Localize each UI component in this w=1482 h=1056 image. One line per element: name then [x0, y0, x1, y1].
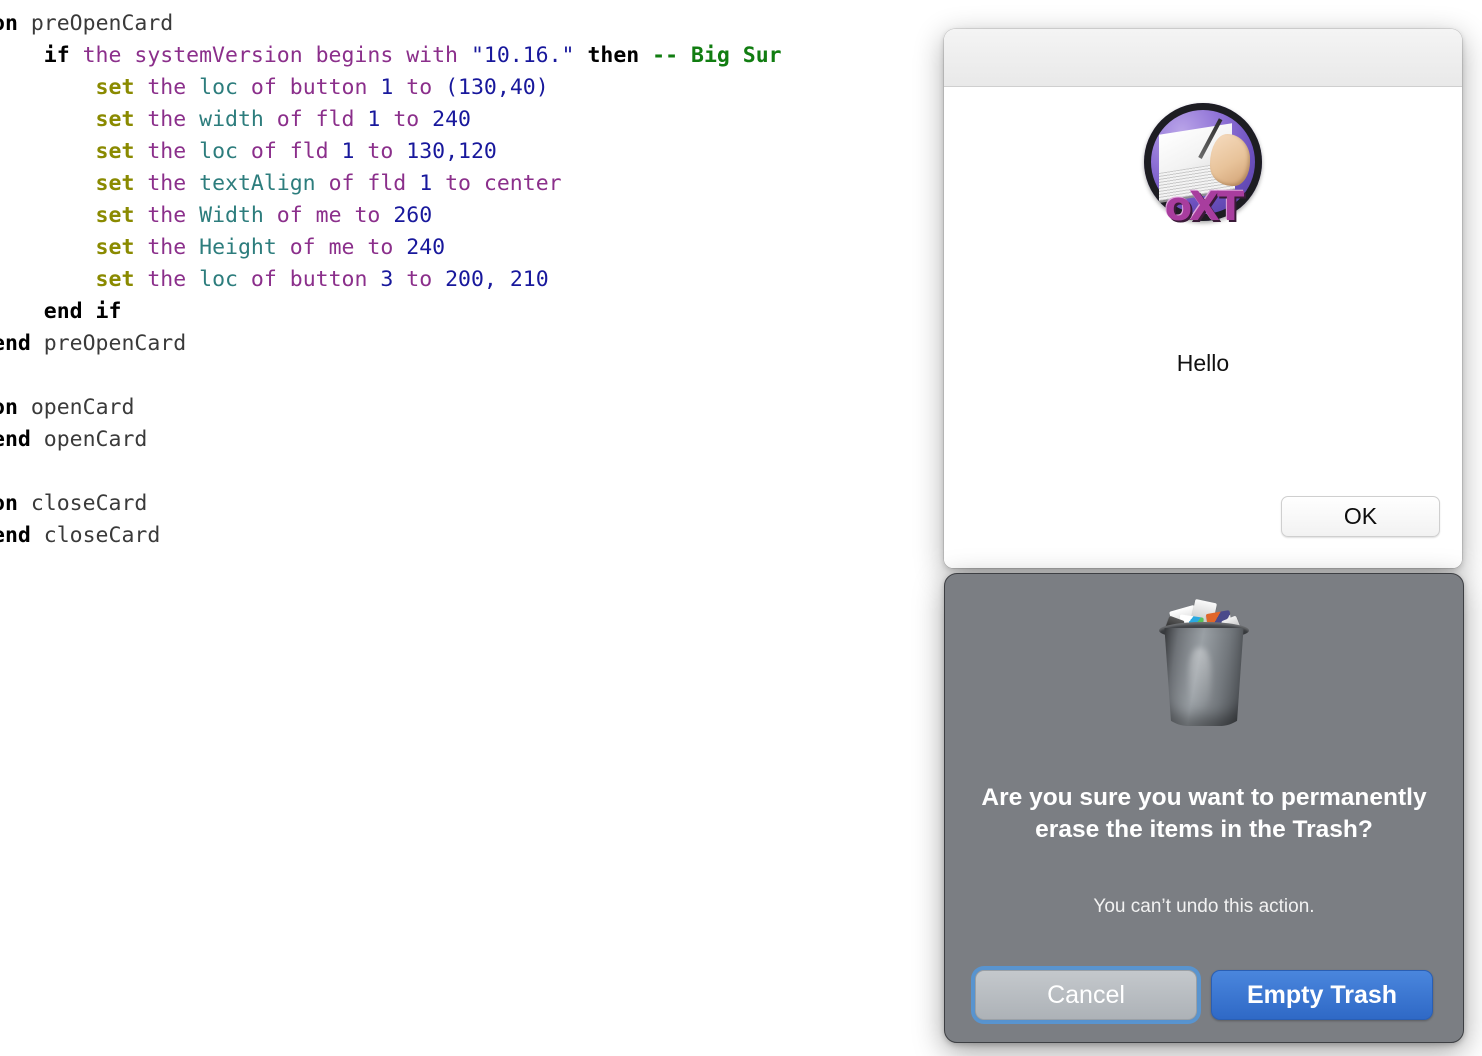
code-line: set the width of fld 1 to 240 — [0, 104, 782, 136]
code-token-num: 260 — [393, 203, 433, 228]
code-line: set the loc of fld 1 to 130,120 — [0, 136, 782, 168]
code-token-cmd: set — [0, 107, 148, 132]
screen: on preOpenCard if the systemVersion begi… — [0, 0, 1482, 1056]
greeting-text: Hello — [1176, 350, 1230, 376]
oxt-card-window[interactable]: oXT Hello OK — [944, 29, 1462, 568]
code-token-art: the systemVersion begins with — [82, 43, 471, 68]
code-token-art: to — [393, 267, 446, 292]
code-token-com: -- Big Sur — [652, 43, 782, 68]
code-line: end preOpenCard — [0, 328, 782, 360]
code-token-art: of fld — [263, 107, 368, 132]
code-token-num: 130,120 — [406, 139, 497, 164]
code-token-art: the — [147, 75, 200, 100]
code-line: set the loc of button 3 to 200, 210 — [0, 264, 782, 296]
code-line: end if — [0, 296, 782, 328]
code-token-kw: end — [0, 523, 31, 548]
code-token-kw: end — [0, 427, 31, 452]
code-token-num: 200, 210 — [445, 267, 549, 292]
code-line: end openCard — [0, 424, 782, 456]
code-token-kw: end if — [0, 299, 122, 324]
full-trash-icon — [1155, 596, 1253, 728]
code-token-num: (130,40) — [445, 75, 549, 100]
code-line: set the textAlign of fld 1 to center — [0, 168, 782, 200]
code-token-num: 240 — [406, 235, 446, 260]
code-token-hdl: preOpenCard — [43, 331, 187, 356]
empty-trash-dialog[interactable]: Are you sure you want to permanently era… — [944, 573, 1464, 1043]
code-token-num: 1 — [380, 75, 394, 100]
dialog-button-row: Cancel Empty Trash — [975, 970, 1433, 1020]
window-titlebar[interactable] — [944, 29, 1462, 87]
code-token-prop: Height — [199, 235, 277, 260]
code-token-art: of fld — [315, 171, 420, 196]
code-line: on openCard — [0, 392, 782, 424]
code-token-prop: loc — [199, 75, 238, 100]
code-token-art: the — [147, 235, 200, 260]
code-token-prop: textAlign — [199, 171, 316, 196]
code-line: set the loc of button 1 to (130,40) — [0, 72, 782, 104]
card-content-area: oXT Hello OK — [944, 87, 1462, 568]
trash-can-highlight — [1189, 648, 1211, 710]
code-token-prop: Width — [199, 203, 264, 228]
code-token-art: the — [147, 267, 200, 292]
code-token-hdl: openCard — [43, 427, 148, 452]
code-token-kw: end — [0, 331, 31, 356]
oxt-app-icon: oXT — [1144, 103, 1262, 227]
dialog-subtext: You can’t undo this action. — [1093, 896, 1315, 917]
code-token-art: of fld — [237, 139, 342, 164]
code-line: on closeCard — [0, 488, 782, 520]
code-line: end closeCard — [0, 520, 782, 552]
code-token-cmd: set — [0, 75, 148, 100]
code-token-num: 240 — [432, 107, 471, 132]
code-token-kw: on — [0, 11, 18, 36]
code-token-hdl: closeCard — [43, 523, 161, 548]
code-token-art: of button — [237, 267, 381, 292]
logo-hand-shape — [1210, 133, 1251, 186]
code-token-art: to — [354, 139, 407, 164]
code-token-art: of me to — [276, 235, 407, 260]
code-line: on preOpenCard — [0, 8, 782, 40]
code-token-art: to — [380, 107, 433, 132]
code-token-kw: if — [0, 43, 83, 68]
code-token-kw: on — [0, 491, 18, 516]
cancel-button[interactable]: Cancel — [975, 970, 1197, 1020]
script-code-listing[interactable]: on preOpenCard if the systemVersion begi… — [0, 8, 782, 552]
code-line: if the systemVersion begins with "10.16.… — [0, 40, 782, 72]
code-token-art: of me to — [263, 203, 394, 228]
code-token-cmd: set — [0, 171, 148, 196]
code-token-art: to — [393, 75, 446, 100]
code-token-art: the — [147, 107, 200, 132]
code-token-hdl: preOpenCard — [30, 11, 174, 36]
code-token-cmd: set — [0, 203, 148, 228]
code-line: set the Height of me to 240 — [0, 232, 782, 264]
empty-trash-button[interactable]: Empty Trash — [1211, 970, 1433, 1020]
code-token-kw: then — [574, 43, 653, 68]
code-token-kw: on — [0, 395, 18, 420]
code-token-art: of button — [237, 75, 381, 100]
code-token-num: 1 — [419, 171, 433, 196]
code-token-prop: loc — [199, 139, 238, 164]
code-line: set the Width of me to 260 — [0, 200, 782, 232]
code-token-art: the — [147, 203, 200, 228]
code-token-num: 3 — [380, 267, 394, 292]
code-token-prop: width — [199, 107, 264, 132]
logo-wordmark: oXT — [1164, 184, 1245, 230]
code-token-prop: loc — [199, 267, 238, 292]
code-token-num: 1 — [367, 107, 381, 132]
code-token-hdl: openCard — [30, 395, 135, 420]
code-token-cmd: set — [0, 235, 148, 260]
script-editor-pane[interactable]: on preOpenCard if the systemVersion begi… — [0, 0, 930, 1056]
code-token-str: "10.16." — [470, 43, 575, 68]
code-token-art: the — [147, 171, 200, 196]
ok-button[interactable]: OK — [1281, 496, 1440, 537]
dialog-headline: Are you sure you want to permanently era… — [981, 784, 1427, 843]
code-token-art: the — [147, 139, 200, 164]
code-token-hdl: closeCard — [30, 491, 148, 516]
code-token-cmd: set — [0, 267, 148, 292]
code-token-art: to center — [432, 171, 562, 196]
code-token-cmd: set — [0, 139, 148, 164]
code-token-num: 1 — [341, 139, 355, 164]
